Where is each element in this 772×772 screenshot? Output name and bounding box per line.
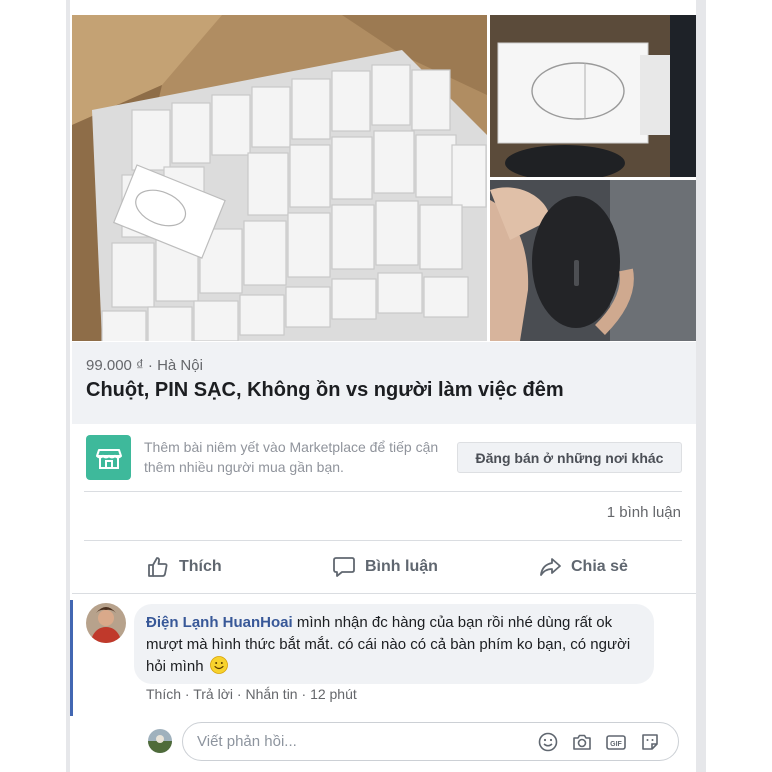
highlight-bar bbox=[70, 600, 73, 716]
photo-boxes-of-mice[interactable] bbox=[72, 15, 487, 341]
speech-bubble-icon bbox=[333, 557, 355, 577]
store-icon bbox=[86, 435, 131, 480]
emoji-icon[interactable] bbox=[537, 731, 559, 753]
sticker-icon[interactable] bbox=[639, 731, 661, 753]
listing-title[interactable]: Chuột, PIN SẠC, Không ồn vs người làm vi… bbox=[86, 379, 564, 402]
divider bbox=[84, 491, 682, 492]
svg-text:GIF: GIF bbox=[610, 741, 622, 748]
share-label: Chia sẻ bbox=[571, 558, 628, 575]
divider bbox=[84, 540, 682, 541]
reply-input[interactable] bbox=[197, 723, 517, 760]
camera-icon[interactable] bbox=[571, 731, 593, 753]
listing-info: 99.000 ₫ · Hà Nội Chuột, PIN SẠC, Không … bbox=[72, 342, 696, 424]
comment-label: Bình luận bbox=[365, 558, 438, 575]
comment-time[interactable]: 12 phút bbox=[310, 686, 357, 702]
like-button[interactable]: Thích bbox=[146, 548, 222, 586]
comment-count[interactable]: 1 bình luận bbox=[72, 504, 681, 521]
like-label: Thích bbox=[179, 558, 222, 575]
comment-message-link[interactable]: Nhắn tin bbox=[245, 686, 297, 702]
photo-mouse-in-hand[interactable] bbox=[490, 180, 696, 341]
promo-text: Thêm bài niêm yết vào Marketplace để tiế… bbox=[144, 439, 439, 475]
marketplace-promo: Thêm bài niêm yết vào Marketplace để tiế… bbox=[72, 424, 696, 494]
comment-like-link[interactable]: Thích bbox=[146, 686, 181, 702]
comment-meta: Thích · Trả lời · Nhắn tin · 12 phút bbox=[146, 686, 357, 702]
smiling-face-icon bbox=[209, 656, 228, 674]
share-button[interactable]: Chia sẻ bbox=[538, 548, 628, 586]
crosspost-button[interactable]: Đăng bán ở những nơi khác bbox=[457, 442, 682, 473]
share-arrow-icon bbox=[540, 558, 561, 576]
reply-box: GIF bbox=[182, 722, 679, 761]
right-scroll-edge bbox=[696, 0, 706, 772]
meta-sep: · bbox=[297, 686, 311, 702]
comment-bubble: Điện Lạnh HuanHoai mình nhận đc hàng của… bbox=[134, 604, 654, 684]
gif-icon[interactable]: GIF bbox=[605, 731, 627, 753]
photo-package-closeup[interactable] bbox=[490, 15, 696, 177]
comment-button[interactable]: Bình luận bbox=[332, 548, 438, 586]
post-actions: Thích Bình luận Chia sẻ bbox=[72, 548, 696, 586]
price-location: 99.000 ₫ · Hà Nội bbox=[86, 357, 203, 374]
meta-sep: · bbox=[233, 686, 246, 702]
left-gutter bbox=[0, 0, 66, 772]
thumbs-up-icon bbox=[148, 557, 168, 577]
comment-author[interactable]: Điện Lạnh HuanHoai bbox=[146, 614, 293, 631]
divider bbox=[72, 593, 696, 594]
my-avatar[interactable] bbox=[148, 729, 172, 753]
comment-reply-link[interactable]: Trả lời bbox=[193, 686, 233, 702]
meta-sep: · bbox=[181, 686, 194, 702]
post-card: 99.000 ₫ · Hà Nội Chuột, PIN SẠC, Không … bbox=[70, 0, 696, 772]
page: 99.000 ₫ · Hà Nội Chuột, PIN SẠC, Không … bbox=[0, 0, 772, 772]
commenter-avatar[interactable] bbox=[86, 603, 126, 643]
